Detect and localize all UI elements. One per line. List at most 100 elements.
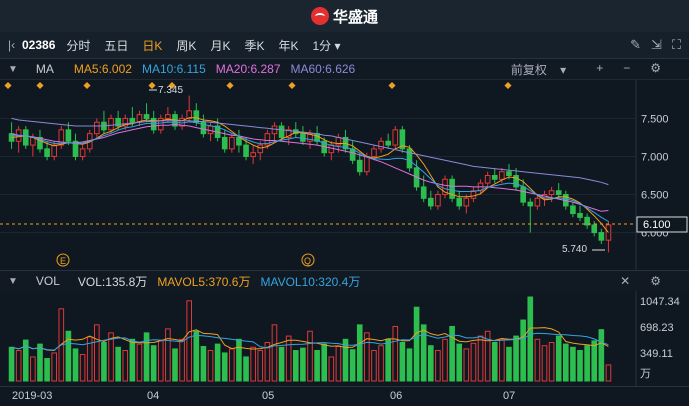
volume-bar xyxy=(570,346,576,382)
volume-bar xyxy=(605,364,612,382)
gear-icon[interactable]: ⚙ xyxy=(650,274,661,288)
volume-bar xyxy=(285,335,292,382)
candle-down xyxy=(456,197,463,207)
candle-down xyxy=(278,125,285,138)
tab-intraday[interactable]: 分时 xyxy=(59,37,97,54)
x-label: 04 xyxy=(147,390,160,402)
volume-bar xyxy=(307,330,313,382)
volume-bar xyxy=(271,324,278,382)
candle-up xyxy=(79,148,86,157)
chevron-down-icon: ▾ xyxy=(560,62,567,77)
candle-up xyxy=(435,194,441,207)
candle-up xyxy=(51,144,57,157)
candle-up xyxy=(463,197,470,207)
collapse-chevron-icon[interactable]: ▼ xyxy=(8,276,18,287)
volume-bar xyxy=(349,349,356,382)
candle-down xyxy=(22,129,29,146)
price-tick-label: 7.500 xyxy=(641,113,669,125)
candle-down xyxy=(44,148,50,157)
tab-monthly-k[interactable]: 月K xyxy=(203,37,237,54)
adjust-value: 前复权 xyxy=(510,62,547,77)
ma5-label: MA5:6.002 xyxy=(73,62,132,76)
candle-down xyxy=(406,148,413,169)
volume-bar xyxy=(335,346,342,382)
volume-bar xyxy=(541,345,548,382)
price-chart[interactable]: 7.5007.0006.5006.000 6.100 7.345 5.740 E… xyxy=(0,80,689,270)
candle-down xyxy=(129,117,136,123)
chevron-down-icon: ▾ xyxy=(334,38,341,53)
volume-bar xyxy=(79,354,86,382)
vol-legend-bar: ▼ VOL VOL:135.8万 MAVOL5:370.6万 MAVOL10:3… xyxy=(0,270,689,292)
tab-5day[interactable]: 五日 xyxy=(97,37,135,54)
volume-bar xyxy=(463,348,470,382)
close-icon[interactable]: ✕ xyxy=(620,274,630,288)
candle-down xyxy=(520,186,526,203)
candle-down xyxy=(527,201,534,207)
tab-daily-k[interactable]: 日K xyxy=(135,37,169,54)
candle-down xyxy=(385,140,391,146)
volume-bar xyxy=(555,335,562,382)
x-label: 07 xyxy=(503,390,516,402)
volume-bar xyxy=(122,350,129,382)
stock-code: 02386 xyxy=(22,38,56,52)
candle-up xyxy=(378,140,384,150)
gear-icon[interactable]: ⚙ xyxy=(650,61,661,78)
volume-bar xyxy=(520,319,526,382)
drag-handle-icon[interactable]: |‹ xyxy=(8,38,18,52)
candle-down xyxy=(491,175,498,180)
ma10-label: MA10:6.115 xyxy=(141,62,206,76)
tab-quarterly-k[interactable]: 季K xyxy=(237,37,271,54)
x-label: 05 xyxy=(262,390,275,402)
candle-down xyxy=(243,144,249,157)
ma60-label: MA60:6.626 xyxy=(290,62,356,76)
tab-yearly-k[interactable]: 年K xyxy=(271,37,305,54)
tab-weekly-k[interactable]: 周K xyxy=(169,37,203,54)
volume-bar xyxy=(172,348,178,382)
candle-down xyxy=(555,190,562,196)
fullscreen-icon[interactable]: ⛶ xyxy=(672,37,681,53)
volume-bar xyxy=(406,348,413,382)
chart-toolbar: |‹ 02386 分时 五日 日K 周K 月K 季K 年K 1分 ▾ ✎ ⇲ ⛶ xyxy=(0,32,689,59)
x-label: 06 xyxy=(390,390,403,402)
volume-bar xyxy=(527,296,534,382)
interval-select[interactable]: 1分 ▾ xyxy=(305,37,347,54)
volume-chart[interactable]: 1047.34 698.23 349.11 万 xyxy=(0,291,689,386)
volume-bar xyxy=(477,335,484,382)
candle-down xyxy=(577,213,583,218)
candle-down xyxy=(420,186,427,199)
volume-bar xyxy=(513,335,519,382)
ma-legend-bar: ▼ MA MA5:6.002 MA10:6.115 MA20:6.287 MA6… xyxy=(0,59,689,80)
volume-bar xyxy=(442,338,448,382)
candle-up xyxy=(165,114,171,119)
event-e-label: E xyxy=(60,256,66,266)
ma-label[interactable]: MA xyxy=(36,62,54,76)
volume-bar xyxy=(207,350,214,382)
volume-bar xyxy=(420,324,427,382)
volume-bar xyxy=(491,342,498,382)
add-indicator-icon[interactable]: + xyxy=(596,61,603,78)
pencil-icon[interactable]: ✎ xyxy=(630,37,641,53)
volume-bar xyxy=(584,345,590,382)
adjust-select[interactable]: 前复权 ▾ xyxy=(511,61,576,78)
volume-bar xyxy=(193,330,200,382)
current-price: 6.100 xyxy=(643,219,671,231)
expand-icon[interactable]: ⇲ xyxy=(651,37,662,53)
candle-down xyxy=(236,136,242,146)
candle-down xyxy=(591,224,598,234)
brand: 华盛通 xyxy=(310,6,378,27)
volume-bar xyxy=(101,342,107,382)
candle-down xyxy=(570,205,576,215)
candle-down xyxy=(598,232,605,241)
volume-bar xyxy=(229,348,235,382)
volume-bar xyxy=(236,338,242,382)
collapse-chevron-icon[interactable]: ▼ xyxy=(8,64,18,75)
vol-label[interactable]: VOL xyxy=(36,274,60,288)
ma20-label: MA20:6.287 xyxy=(215,62,281,76)
volume-bar xyxy=(321,343,328,382)
interval-value: 1分 xyxy=(312,38,332,53)
volume-bar xyxy=(456,343,463,382)
volume-bar xyxy=(314,350,320,382)
volume-bar xyxy=(136,343,143,382)
minus-icon[interactable]: − xyxy=(623,61,630,78)
volume-bar xyxy=(591,340,598,382)
